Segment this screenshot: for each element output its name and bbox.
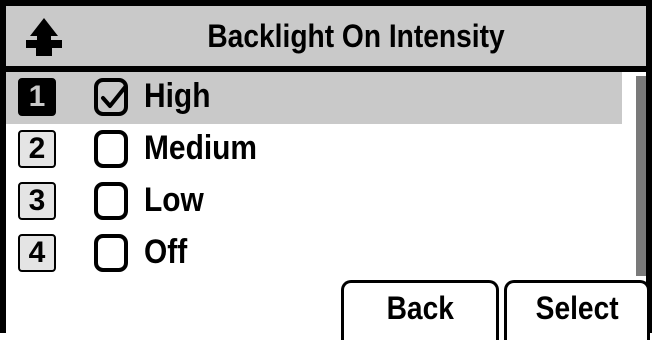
checkbox-checked[interactable] (94, 78, 128, 116)
checkbox-unchecked[interactable] (94, 234, 128, 272)
option-row-low[interactable]: 3 Low (6, 176, 622, 228)
phone-handset-icon (26, 18, 62, 56)
title-bar: Backlight On Intensity (6, 6, 646, 72)
option-label: Off (144, 233, 188, 271)
option-row-off[interactable]: 4 Off (6, 228, 622, 280)
option-label: Medium (144, 129, 258, 167)
phone-screen: Backlight On Intensity 1 High 2 Medium 3… (0, 0, 652, 340)
option-row-high[interactable]: 1 High (6, 72, 622, 124)
option-number-badge: 1 (18, 78, 56, 116)
option-label: High (144, 77, 211, 115)
option-number-badge: 2 (18, 130, 56, 168)
option-number-badge: 4 (18, 234, 56, 272)
select-button[interactable]: Select (504, 280, 650, 340)
checkbox-unchecked[interactable] (94, 182, 128, 220)
option-row-medium[interactable]: 2 Medium (6, 124, 622, 176)
select-button-label: Select (535, 290, 619, 326)
page-title: Backlight On Intensity (207, 18, 505, 54)
softkey-bar: Back Select (0, 276, 652, 340)
option-label: Low (144, 181, 204, 219)
back-button[interactable]: Back (341, 280, 499, 340)
option-number-badge: 3 (18, 182, 56, 220)
checkbox-unchecked[interactable] (94, 130, 128, 168)
scrollbar-thumb[interactable] (636, 76, 646, 276)
back-button-label: Back (386, 290, 454, 326)
checkmark-icon (101, 85, 126, 108)
